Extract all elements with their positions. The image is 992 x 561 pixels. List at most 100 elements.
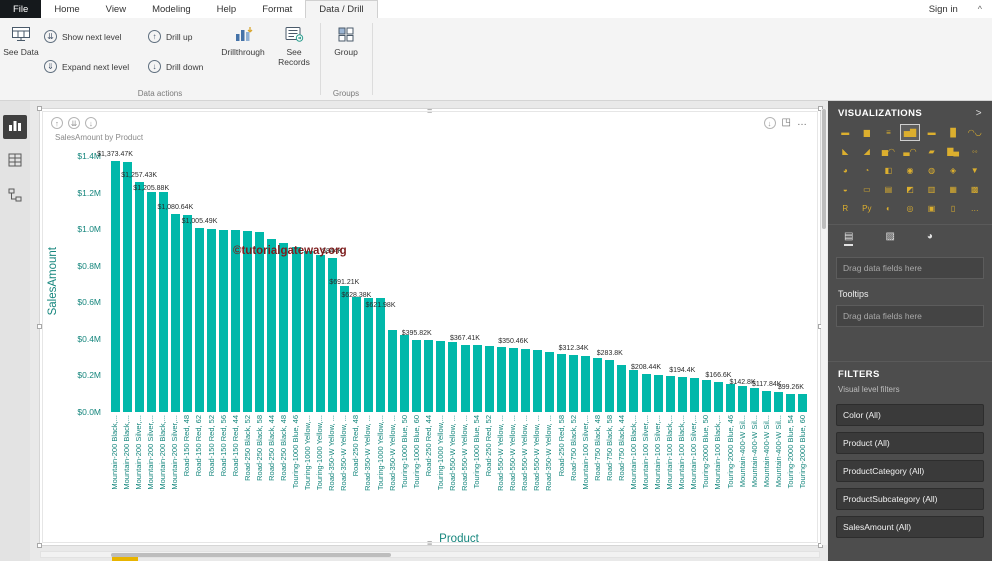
filter-productcategory-all[interactable]: ProductCategory (All) xyxy=(836,460,984,482)
treemap-icon[interactable]: ◧ xyxy=(879,163,898,178)
map-icon[interactable]: ◉ xyxy=(901,163,920,178)
shape-map-icon[interactable]: ◈ xyxy=(944,163,963,178)
bar[interactable] xyxy=(219,230,228,412)
key-influencers-icon[interactable]: ◐ xyxy=(879,201,898,216)
bar[interactable] xyxy=(304,251,313,412)
arcgis-map-icon[interactable]: ◎ xyxy=(901,201,920,216)
data-view-button[interactable] xyxy=(3,150,27,174)
stacked-bar-chart-icon[interactable]: ▬ xyxy=(836,125,855,140)
scatter-chart-icon[interactable]: ◦◦ xyxy=(965,144,984,159)
python-visual-icon[interactable]: Py xyxy=(858,201,877,216)
power-apps-visual-icon[interactable]: ▣ xyxy=(922,201,941,216)
fields-tab-icon[interactable]: ▤ xyxy=(844,231,853,246)
tab-file[interactable]: File xyxy=(0,0,41,18)
bar[interactable] xyxy=(509,348,518,412)
horizontal-scrollbar-thumb[interactable] xyxy=(111,553,391,557)
report-canvas[interactable]: ≡ ≡ ↑ ⇊ ↓ ↓ ◳ … SalesAmount by Product S… xyxy=(30,101,828,561)
bar[interactable] xyxy=(750,388,759,412)
bar[interactable] xyxy=(473,345,482,412)
funnel-icon[interactable]: ▼ xyxy=(965,163,984,178)
bar[interactable] xyxy=(545,352,554,412)
bar[interactable] xyxy=(629,370,638,412)
r-script-visual-icon[interactable]: R xyxy=(836,201,855,216)
tab-format[interactable]: Format xyxy=(249,0,305,18)
filter-productsubcategory-all[interactable]: ProductSubcategory (All) xyxy=(836,488,984,510)
more-options-icon[interactable]: … xyxy=(965,201,984,216)
model-view-button[interactable] xyxy=(3,185,27,209)
bar[interactable] xyxy=(533,350,542,412)
filter-color-all[interactable]: Color (All) xyxy=(836,404,984,426)
bar[interactable] xyxy=(605,360,614,412)
bar[interactable] xyxy=(400,335,409,412)
drill-down-button[interactable]: ↓ Drill down xyxy=(148,59,203,74)
collapse-pane-icon[interactable]: > xyxy=(976,108,982,119)
drill-up-icon[interactable]: ↑ xyxy=(51,117,63,129)
expand-next-level-button[interactable]: ⇓ Expand next level xyxy=(44,59,129,74)
tooltips-well[interactable]: Drag data fields here xyxy=(836,305,984,327)
collapse-ribbon-icon[interactable]: ^ xyxy=(968,0,992,18)
bar[interactable] xyxy=(255,232,264,412)
bar[interactable] xyxy=(678,377,687,413)
format-tab-icon[interactable]: ▨ xyxy=(885,231,894,246)
bar[interactable] xyxy=(171,214,180,412)
report-view-button[interactable] xyxy=(3,115,27,139)
filled-map-icon[interactable]: ◍ xyxy=(922,163,941,178)
bar[interactable] xyxy=(231,230,240,412)
drill-down-toggle-icon[interactable]: ↓ xyxy=(764,117,776,129)
stacked-area-chart-icon[interactable]: ◢ xyxy=(858,144,877,159)
show-next-level-button[interactable]: ⇊ Show next level xyxy=(44,29,129,44)
bar[interactable] xyxy=(485,346,494,412)
ribbon-chart-icon[interactable]: ▰ xyxy=(922,144,941,159)
bar[interactable] xyxy=(207,229,216,412)
tab-home[interactable]: Home xyxy=(41,0,92,18)
bar[interactable] xyxy=(195,228,204,412)
bar[interactable] xyxy=(316,255,325,412)
bar[interactable] xyxy=(726,384,735,412)
bar[interactable] xyxy=(448,342,457,412)
line-and-clustered-column-chart-icon[interactable]: ▃◠ xyxy=(901,144,920,159)
bar[interactable] xyxy=(557,354,566,413)
bar[interactable] xyxy=(243,231,252,412)
bar[interactable] xyxy=(376,298,385,412)
bar[interactable] xyxy=(279,243,288,412)
bar[interactable] xyxy=(774,392,783,412)
bar[interactable] xyxy=(581,356,590,412)
bar[interactable] xyxy=(461,345,470,412)
bar[interactable] xyxy=(617,365,626,412)
waterfall-chart-icon[interactable]: ▇▄ xyxy=(944,144,963,159)
bar[interactable] xyxy=(762,391,771,413)
area-chart-icon[interactable]: ◣ xyxy=(836,144,855,159)
multi-row-card-icon[interactable]: ▤ xyxy=(879,182,898,197)
see-data-button[interactable]: See Data xyxy=(2,23,40,89)
bar[interactable] xyxy=(135,182,144,412)
horizontal-scrollbar[interactable] xyxy=(40,551,820,558)
donut-chart-icon[interactable]: ◔ xyxy=(858,163,877,178)
bar[interactable] xyxy=(388,330,397,412)
page-tab[interactable] xyxy=(112,557,138,561)
bar[interactable] xyxy=(738,386,747,412)
bar[interactable] xyxy=(159,192,168,412)
tab-modeling[interactable]: Modeling xyxy=(139,0,204,18)
bar[interactable] xyxy=(642,374,651,412)
bar[interactable] xyxy=(690,378,699,412)
bar[interactable] xyxy=(123,162,132,412)
clustered-bar-chart-icon[interactable]: ≡ xyxy=(879,125,898,140)
vertical-scrollbar-thumb[interactable] xyxy=(822,109,826,229)
bar[interactable] xyxy=(497,347,506,412)
bar[interactable] xyxy=(340,286,349,412)
100-stacked-column-chart-icon[interactable]: █ xyxy=(944,125,963,140)
bar[interactable] xyxy=(666,376,675,412)
drillthrough-button[interactable]: Drillthrough xyxy=(216,23,270,89)
bar[interactable] xyxy=(593,358,602,412)
filter-product-all[interactable]: Product (All) xyxy=(836,432,984,454)
field-well[interactable]: Drag data fields here xyxy=(836,257,984,279)
tab-view[interactable]: View xyxy=(93,0,139,18)
line-and-stacked-column-chart-icon[interactable]: ▅◠ xyxy=(879,144,898,159)
drill-up-button[interactable]: ↑ Drill up xyxy=(148,29,203,44)
table-icon[interactable]: ▦ xyxy=(944,182,963,197)
report-page[interactable]: ≡ ≡ ↑ ⇊ ↓ ↓ ◳ … SalesAmount by Product S… xyxy=(40,109,820,545)
clustered-column-chart-icon[interactable]: ▅▇ xyxy=(901,125,920,140)
bar[interactable] xyxy=(521,349,530,412)
tab-help[interactable]: Help xyxy=(204,0,250,18)
bar-chart-visual[interactable]: ↑ ⇊ ↓ ↓ ◳ … SalesAmount by Product Sales… xyxy=(42,111,818,543)
